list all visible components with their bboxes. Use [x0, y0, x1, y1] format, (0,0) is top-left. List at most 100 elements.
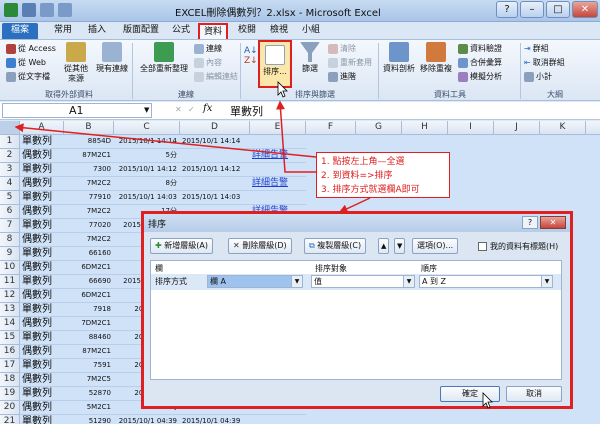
properties-button[interactable]: 內容	[194, 57, 222, 68]
row-header[interactable]: 10	[0, 261, 20, 275]
detail-link[interactable]: 詳細告警	[250, 149, 306, 163]
cell-a[interactable]: 偶數列	[20, 401, 64, 415]
tab-file[interactable]: 檔案	[2, 23, 38, 39]
cell-a[interactable]: 偶數列	[20, 233, 64, 247]
row-header[interactable]: 20	[0, 401, 20, 415]
row-header[interactable]: 9	[0, 247, 20, 261]
minimize-button[interactable]: –	[520, 1, 544, 18]
row-header[interactable]: 15	[0, 331, 20, 345]
sort-az-button[interactable]: A↓ Z↓	[244, 46, 258, 66]
advanced-filter-button[interactable]: 進階	[328, 71, 356, 82]
delete-level-button[interactable]: ✕ 刪除層級(D)	[228, 238, 292, 254]
row-header[interactable]: 17	[0, 359, 20, 373]
tab-data[interactable]: 資料	[198, 23, 228, 39]
cell-a[interactable]: 偶數列	[20, 149, 64, 163]
detail-link[interactable]: 詳細告警	[250, 177, 306, 191]
cell-b[interactable]: 7M2C5	[64, 373, 114, 387]
tab-page-layout[interactable]: 版面配置	[118, 23, 164, 39]
chevron-down-icon[interactable]: ▼	[541, 276, 552, 287]
maximize-button[interactable]: □	[546, 1, 570, 18]
cancel-button[interactable]: 取消	[506, 386, 562, 402]
column-header-g[interactable]: G	[356, 121, 402, 135]
detail-link[interactable]	[250, 191, 306, 205]
row-header[interactable]: 13	[0, 303, 20, 317]
cancel-entry-icon[interactable]: ✕	[175, 105, 182, 114]
tab-home[interactable]: 常用	[50, 23, 76, 39]
chevron-down-icon[interactable]: ▼	[403, 276, 414, 287]
move-down-button[interactable]: ▼	[394, 238, 406, 254]
existing-connections-button[interactable]: 現有連線	[94, 42, 130, 74]
cell-a[interactable]: 單數列	[20, 191, 64, 205]
formula-input[interactable]: 單數列	[230, 103, 263, 119]
cell-c[interactable]: 2015/10/1 14:12	[114, 163, 180, 177]
cell-d[interactable]: 2015/10/1 14:03	[180, 191, 250, 205]
edit-links-button[interactable]: 編輯連結	[194, 71, 238, 82]
row-header[interactable]: 14	[0, 317, 20, 331]
chevron-down-icon[interactable]: ▼	[144, 106, 149, 114]
tab-view[interactable]: 檢視	[266, 23, 292, 39]
cell-a[interactable]: 單數列	[20, 387, 64, 401]
cell-b[interactable]: 7M2C2	[64, 205, 114, 219]
row-header[interactable]: 3	[0, 163, 20, 177]
column-header-c[interactable]: C	[114, 121, 180, 135]
dialog-help-button[interactable]: ?	[522, 216, 538, 229]
column-header-e[interactable]: E	[250, 121, 306, 135]
column-select[interactable]: 欄 A ▼	[207, 275, 303, 288]
column-header-k[interactable]: K	[540, 121, 586, 135]
connections-button[interactable]: 連線	[194, 43, 222, 54]
save-icon[interactable]	[22, 3, 36, 17]
from-web-button[interactable]: 從 Web	[6, 57, 46, 68]
cell-c[interactable]: 5分	[114, 149, 180, 163]
dialog-close-button[interactable]: ✕	[540, 216, 566, 229]
cell-d[interactable]: 2015/10/1 14:12	[180, 163, 250, 177]
confirm-entry-icon[interactable]: ✓	[188, 105, 195, 114]
cell-b[interactable]: 51290	[64, 415, 114, 424]
row-header[interactable]: 5	[0, 191, 20, 205]
clear-filter-button[interactable]: 清除	[328, 43, 356, 54]
column-header-f[interactable]: F	[306, 121, 356, 135]
data-validation-button[interactable]: 資料驗證	[458, 43, 502, 54]
cell-b[interactable]: 7DM2C1	[64, 317, 114, 331]
tab-team[interactable]: 小組	[298, 23, 324, 39]
cell-b[interactable]: 7M2C2	[64, 177, 114, 191]
cell-c[interactable]: 2015/10/1 14:14	[114, 135, 180, 149]
consolidate-button[interactable]: 合併彙算	[458, 57, 502, 68]
cell-b[interactable]: 7300	[64, 163, 114, 177]
cell-a[interactable]: 單數列	[20, 247, 64, 261]
remove-duplicates-button[interactable]: 移除重複	[418, 42, 454, 74]
cell-a[interactable]: 單數列	[20, 303, 64, 317]
cell-a[interactable]: 單數列	[20, 275, 64, 289]
cell-d[interactable]: 2015/10/1 14:14	[180, 135, 250, 149]
cell-a[interactable]: 偶數列	[20, 289, 64, 303]
cell-a[interactable]: 偶數列	[20, 261, 64, 275]
undo-icon[interactable]	[40, 3, 54, 17]
cell-b[interactable]: 66690	[64, 275, 114, 289]
row-header[interactable]: 18	[0, 373, 20, 387]
cell-a[interactable]: 偶數列	[20, 317, 64, 331]
row-header[interactable]: 19	[0, 387, 20, 401]
cell-d[interactable]: 2015/10/1 04:39	[180, 415, 250, 424]
sort-on-select[interactable]: 值 ▼	[311, 275, 415, 288]
cell-b[interactable]: 77910	[64, 191, 114, 205]
sort-level-row[interactable]: 排序方式 欄 A ▼ 值 ▼ A 到 Z ▼	[151, 274, 561, 290]
row-header[interactable]: 7	[0, 219, 20, 233]
cell-b[interactable]: 8854D	[64, 135, 114, 149]
sort-button[interactable]: 排序...	[258, 40, 292, 88]
ok-button[interactable]: 確定	[440, 386, 500, 402]
row-header[interactable]: 4	[0, 177, 20, 191]
cell-a[interactable]: 偶數列	[20, 205, 64, 219]
add-level-button[interactable]: ✚ 新增層級(A)	[150, 238, 213, 254]
detail-link[interactable]	[250, 135, 306, 149]
row-header[interactable]: 16	[0, 345, 20, 359]
cell-b[interactable]: 66160	[64, 247, 114, 261]
cell-a[interactable]: 單數列	[20, 331, 64, 345]
row-header[interactable]: 8	[0, 233, 20, 247]
order-select[interactable]: A 到 Z ▼	[419, 275, 553, 288]
column-header-i[interactable]: I	[448, 121, 494, 135]
cell-a[interactable]: 單數列	[20, 415, 64, 424]
row-header[interactable]: 12	[0, 289, 20, 303]
help-button[interactable]: ?	[496, 1, 518, 18]
cell-c[interactable]: 2015/10/1 04:39	[114, 415, 180, 424]
tab-review[interactable]: 校閱	[234, 23, 260, 39]
row-header[interactable]: 21	[0, 415, 20, 424]
